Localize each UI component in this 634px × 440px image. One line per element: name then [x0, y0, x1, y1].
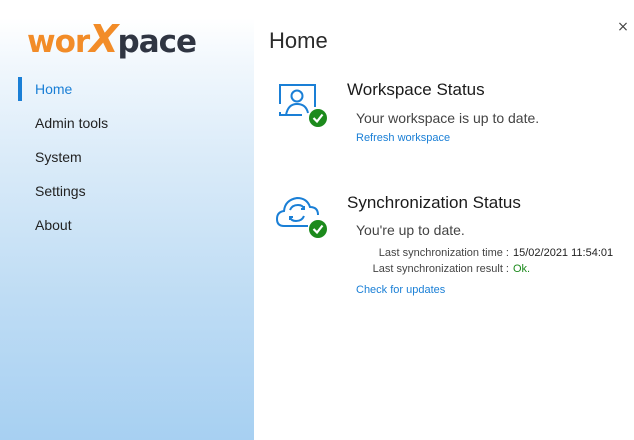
logo-part-x: X: [89, 17, 118, 61]
sidebar-nav: Home Admin tools System Settings About: [0, 72, 254, 242]
close-button[interactable]: ×: [614, 18, 632, 36]
last-sync-time-value: 15/02/2021 11:54:01: [513, 247, 614, 259]
sidebar-item-admin-tools[interactable]: Admin tools: [0, 106, 254, 140]
workspace-status-title: Workspace Status: [347, 80, 485, 99]
active-indicator: [18, 77, 22, 101]
last-sync-time-label: Last synchronization time :: [378, 247, 509, 259]
sidebar: worXpace Home Admin tools System Setting…: [0, 0, 254, 440]
refresh-workspace-link[interactable]: Refresh workspace: [356, 132, 450, 144]
page-title: Home: [269, 28, 328, 53]
last-sync-result-value: Ok.: [513, 263, 531, 275]
sync-status-title: Synchronization Status: [347, 193, 521, 212]
sidebar-item-settings[interactable]: Settings: [0, 174, 254, 208]
last-sync-result-label: Last synchronization result :: [372, 263, 509, 275]
logo-part-wor: wor: [27, 24, 90, 60]
sidebar-item-home[interactable]: Home: [0, 72, 254, 106]
sidebar-item-label: Home: [35, 81, 73, 97]
workspace-monitor-check-icon: [272, 80, 330, 132]
sidebar-item-label: About: [35, 217, 72, 233]
cloud-sync-check-icon: [272, 190, 330, 242]
check-for-updates-link[interactable]: Check for updates: [356, 284, 445, 296]
logo-part-pace: pace: [117, 24, 198, 60]
app-logo: worXpace: [27, 17, 198, 61]
sync-status-message: You're up to date.: [356, 222, 465, 238]
sidebar-item-label: Admin tools: [35, 115, 109, 131]
sidebar-item-label: Settings: [35, 183, 86, 199]
sidebar-item-about[interactable]: About: [0, 208, 254, 242]
workspace-status-message: Your workspace is up to date.: [356, 110, 540, 126]
sidebar-item-system[interactable]: System: [0, 140, 254, 174]
sidebar-item-label: System: [35, 149, 82, 165]
app-window: worXpace Home Admin tools System Setting…: [0, 0, 634, 440]
